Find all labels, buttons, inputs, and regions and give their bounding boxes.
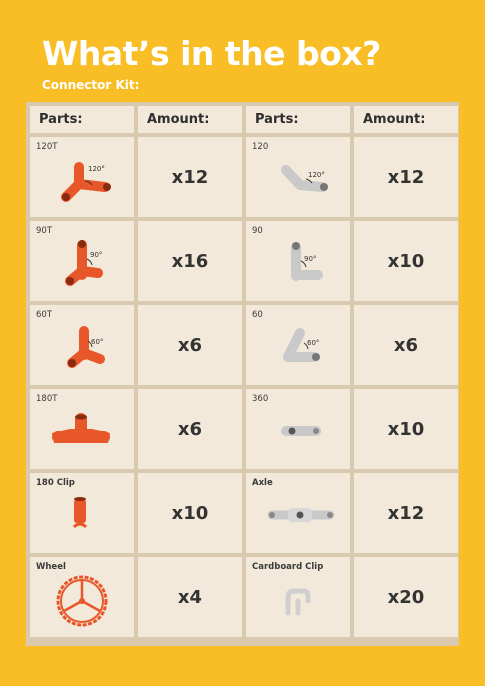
- connector-120-icon: 120°: [281, 165, 328, 192]
- header-amount: Amount:: [138, 106, 242, 133]
- part-cell: 90 90°: [246, 221, 350, 301]
- amount-cell: x10: [354, 221, 458, 301]
- connector-120t-icon: 120°: [61, 162, 111, 202]
- angle-label: 60°: [307, 339, 319, 347]
- header-parts: Parts:: [30, 106, 134, 133]
- part-cell: 90T 90°: [30, 221, 134, 301]
- angle-label: 60°: [91, 338, 103, 346]
- kit-subtitle: Connector Kit:: [42, 78, 140, 92]
- part-cell: 120 120°: [246, 137, 350, 217]
- cardboard-clip-icon: [285, 588, 311, 616]
- connector-180t-icon: [52, 413, 110, 443]
- part-cell: 180 Clip: [30, 473, 134, 553]
- amount-cell: x10: [138, 473, 242, 553]
- part-cell: 120T 120°: [30, 137, 134, 217]
- part-cell: Cardboard Clip: [246, 557, 350, 637]
- part-cell: Axle: [246, 473, 350, 553]
- axle-icon: [267, 508, 335, 522]
- parts-table: Parts: Amount: Parts: Amount: 120T 120° …: [26, 102, 459, 646]
- wheel-icon: [56, 575, 108, 627]
- amount-cell: x6: [138, 389, 242, 469]
- part-cell: 60T 60°: [30, 305, 134, 385]
- page-title: What’s in the box?: [42, 34, 381, 73]
- amount-cell: x12: [354, 473, 458, 553]
- part-cell: Wheel: [30, 557, 134, 637]
- connector-90t-icon: 90°: [65, 240, 103, 286]
- amount-cell: x6: [138, 305, 242, 385]
- connector-60t-icon: 60°: [67, 326, 105, 368]
- angle-label: 120°: [88, 165, 105, 173]
- amount-cell: x6: [354, 305, 458, 385]
- amount-cell: x4: [138, 557, 242, 637]
- amount-cell: x16: [138, 221, 242, 301]
- angle-label: 90°: [304, 255, 316, 263]
- part-cell: 180T: [30, 389, 134, 469]
- header-amount: Amount:: [354, 106, 458, 133]
- amount-cell: x20: [354, 557, 458, 637]
- part-cell: 60 60°: [246, 305, 350, 385]
- part-cell: 360: [246, 389, 350, 469]
- angle-label: 90°: [90, 251, 102, 259]
- clip-180-icon: [72, 497, 88, 529]
- connector-360-icon: [281, 426, 321, 436]
- amount-cell: x12: [138, 137, 242, 217]
- header-parts: Parts:: [246, 106, 350, 133]
- connector-60-icon: 60°: [283, 328, 320, 362]
- angle-label: 120°: [308, 171, 325, 179]
- amount-cell: x12: [354, 137, 458, 217]
- amount-cell: x10: [354, 389, 458, 469]
- connector-90-icon: 90°: [291, 242, 323, 281]
